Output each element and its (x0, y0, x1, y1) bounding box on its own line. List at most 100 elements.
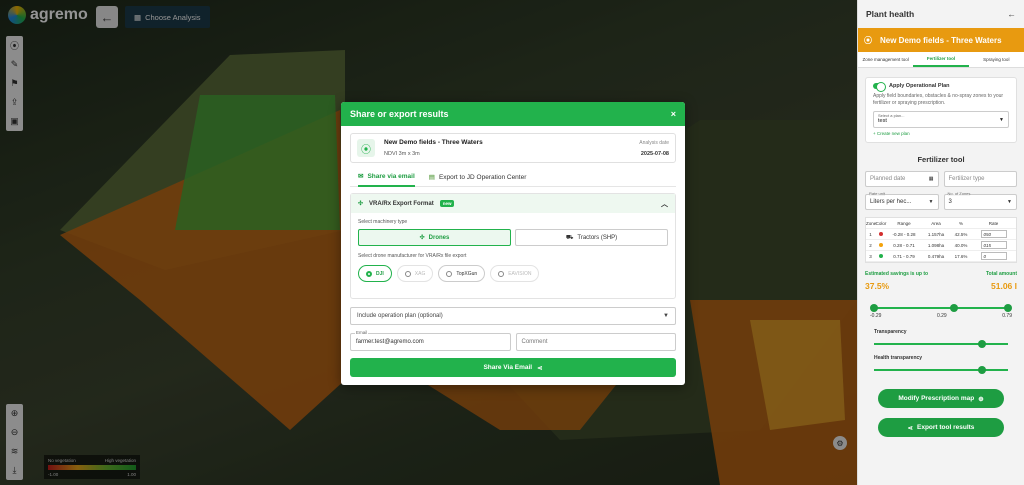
vra-export-section: ✣ VRA/Rx Export Format new ︿ Select mach… (350, 193, 676, 299)
share-icon: ⋖ (537, 364, 543, 372)
health-transparency-slider[interactable] (874, 366, 1008, 374)
vra-header[interactable]: ✣ VRA/Rx Export Format new ︿ (351, 194, 675, 213)
cell-area: 0.479ha (927, 253, 945, 259)
export-tool-results-button[interactable]: ⋖ Export tool results (878, 418, 1004, 437)
drone-manufacturer-label: Select drone manufacturer for VRA/Rx fil… (358, 253, 467, 259)
slider-tick: -0.29 (870, 313, 882, 319)
cell-range: 0.28 - 0.71 (893, 242, 915, 248)
cell-pct: 40.0% (954, 242, 968, 248)
caret-down-icon: ▼ (1007, 199, 1012, 205)
option-label: XAG (414, 270, 426, 277)
cell-color (875, 253, 887, 259)
apply-plan-label: Apply Operational Plan (889, 83, 950, 89)
planned-date-placeholder: Planned date (870, 176, 906, 182)
modify-prescription-button[interactable]: Modify Prescription map ⊕ (878, 389, 1004, 408)
th-rate: Rate (988, 220, 999, 226)
panel-field-name: New Demo fields - Three Waters (880, 35, 1002, 45)
new-badge: new (439, 200, 455, 207)
tab-share-email[interactable]: ✉ Share via email (358, 168, 415, 187)
total-value: 51.06 l (991, 281, 1017, 291)
zones-select[interactable]: No. of Zones 3 ▼ (943, 191, 1017, 210)
slider-handle[interactable] (978, 340, 986, 348)
rate-unit-select[interactable]: Rate unit Liters per hec... ▼ (865, 191, 939, 210)
cell-zone: 2 (869, 242, 872, 248)
table-row: 2 0.28 - 0.71 1.098ha 40.0% 015 (866, 240, 1016, 251)
dji-option[interactable]: DJI (358, 265, 392, 282)
slider-handle[interactable] (1004, 304, 1012, 312)
field-name: New Demo fields - Three Waters (384, 139, 483, 146)
fertilizer-type-field[interactable]: Fertilizer type (943, 171, 1017, 187)
table-header: Zone Color Range Area % Rate (866, 218, 1016, 229)
field-subtitle: NDVI 3m x 3m (384, 151, 420, 157)
topxgun-option[interactable]: TopXGun (438, 265, 486, 282)
cell-zone: 1 (869, 231, 872, 237)
email-value: farmer.test@agremo.com (356, 339, 424, 345)
panel-title: Plant health (866, 9, 915, 19)
operational-plan-box: Apply Operational Plan Apply field bound… (865, 77, 1017, 143)
share-via-email-button[interactable]: Share Via Email ⋖ (350, 358, 676, 377)
vra-title: VRA/Rx Export Format (369, 200, 434, 207)
slider-handle[interactable] (950, 304, 958, 312)
tab-export-jd[interactable]: ▤ Export to JD Operation Center (429, 168, 527, 187)
range-slider[interactable] (870, 304, 1012, 312)
radio-icon (404, 270, 411, 277)
xag-option[interactable]: XAG (396, 265, 434, 282)
tractors-option[interactable]: ⛟ Tractors (SHP) (515, 229, 668, 246)
plan-select-value: test (878, 118, 887, 124)
zone-color-dot (879, 231, 883, 236)
rate-input[interactable]: 015 (980, 241, 1007, 249)
th-range: Range (897, 220, 911, 226)
option-label: DJI (376, 270, 384, 277)
transparency-slider[interactable] (874, 340, 1008, 348)
slider-handle[interactable] (870, 304, 878, 312)
radio-icon (366, 270, 372, 277)
cell-range: 0.71 - 0.79 (893, 253, 915, 259)
drones-option[interactable]: ✣ Drones (358, 229, 511, 246)
email-field[interactable]: Email farmer.test@agremo.com (350, 330, 511, 351)
panel-header: Plant health ← (858, 0, 1024, 28)
analysis-date-value: 2025-07-08 (640, 150, 669, 157)
modal-header: Share or export results × (341, 102, 685, 126)
chevron-up-icon[interactable]: ︿ (661, 199, 668, 209)
mail-icon: ✉ (358, 173, 364, 180)
tab-label: Export to JD Operation Center (438, 173, 527, 181)
caret-down-icon: ▼ (999, 117, 1004, 123)
cell-rate: 015 (971, 241, 1016, 249)
caret-down-icon: ▼ (928, 199, 934, 205)
plan-select[interactable]: Select a plan... test ▼ (873, 111, 1009, 128)
th-pct: % (958, 220, 963, 226)
modify-button-label: Modify Prescription map (898, 395, 975, 402)
eavision-option[interactable]: EAVISION (490, 265, 540, 282)
option-label: Tractors (SHP) (577, 234, 618, 241)
calendar-icon: ▦ (928, 176, 934, 182)
close-icon[interactable]: × (671, 109, 676, 119)
arrow-left-icon[interactable]: ← (1008, 9, 1017, 19)
slider-handle[interactable] (978, 366, 986, 374)
rate-input[interactable]: 0 (980, 252, 1007, 260)
share-icon: ⋖ (907, 424, 913, 432)
tab-zone-management[interactable]: Zone management tool (858, 52, 913, 67)
radio-icon (446, 270, 453, 277)
operation-plan-select[interactable]: Include operation plan (optional) ▼ (350, 307, 676, 325)
table-row: 3 0.71 - 0.79 0.479ha 17.6% 0 (866, 251, 1016, 262)
tab-spraying[interactable]: Spraying tool (969, 52, 1024, 67)
panel-field-bar[interactable]: ⦿ New Demo fields - Three Waters (858, 28, 1024, 52)
planned-date-field[interactable]: Planned date ▦ (865, 171, 939, 187)
table-row: 1 -0.28 - 0.28 1.157ha 42.5% 050 (866, 229, 1016, 240)
apply-plan-toggle[interactable] (873, 82, 886, 92)
rate-unit-value: Liters per hec... (870, 199, 912, 205)
option-label: EAVISION (508, 270, 532, 277)
rate-input[interactable]: 050 (980, 230, 1007, 238)
tab-fertilizer[interactable]: Fertilizer tool (913, 52, 969, 67)
plant-health-panel: Plant health ← ⦿ New Demo fields - Three… (857, 0, 1024, 485)
savings-label: Estimated savings is up to (865, 271, 929, 277)
th-area: Area (931, 220, 941, 226)
create-plan-link[interactable]: + Create new plan (873, 131, 1009, 136)
th-color: Color (875, 220, 887, 226)
cell-color (875, 242, 887, 248)
comment-field[interactable]: Comment (515, 333, 676, 351)
drone-manufacturer-selector: DJI XAG TopXGun EAVISION (358, 265, 668, 282)
total-label: Total amount (985, 271, 1017, 277)
cell-range: -0.28 - 0.28 (892, 231, 916, 237)
share-export-modal: Share or export results × ⦿ New Demo fie… (341, 102, 685, 385)
